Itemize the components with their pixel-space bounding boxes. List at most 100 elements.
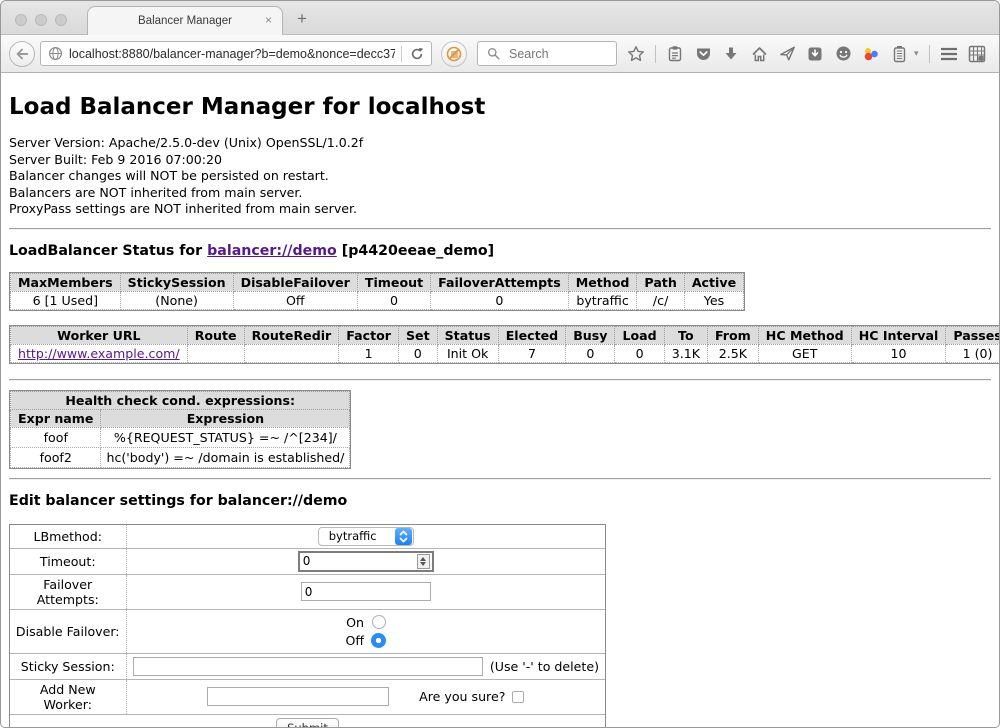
add-worker-label: Add New Worker: bbox=[10, 679, 126, 714]
failover-attempts-row: Failover Attempts: bbox=[10, 574, 605, 609]
cell-busy: 0 bbox=[566, 344, 615, 362]
status-heading-prefix: LoadBalancer Status for bbox=[9, 243, 207, 259]
tab-close-icon[interactable]: × bbox=[265, 13, 272, 27]
col-from: From bbox=[707, 326, 758, 344]
menu-hamburger-icon[interactable] bbox=[940, 45, 958, 63]
chevron-down-icon[interactable]: ▾ bbox=[914, 48, 919, 59]
edit-balancer-form: LBmethod: bytraffic Timeout: bbox=[10, 525, 605, 728]
divider bbox=[9, 478, 991, 480]
server-version-line: Server Version: Apache/2.5.0-dev (Unix) … bbox=[9, 135, 991, 152]
balancer-demo-link[interactable]: balancer://demo bbox=[207, 243, 337, 259]
sticky-session-input[interactable] bbox=[133, 657, 483, 676]
col-maxmembers: MaxMembers bbox=[11, 273, 121, 291]
are-you-sure-label: Are you sure? bbox=[419, 689, 505, 704]
send-plane-icon[interactable] bbox=[778, 45, 796, 63]
new-tab-button[interactable]: + bbox=[297, 9, 307, 29]
cell-load: 0 bbox=[615, 344, 664, 362]
content-blocked-button[interactable] bbox=[441, 41, 467, 67]
url-text[interactable]: localhost:8880/balancer-manager?b=demo&n… bbox=[69, 47, 395, 61]
status-heading-suffix: [p4420eeae_demo] bbox=[337, 243, 494, 259]
balancer-status-table: MaxMembers StickySession DisableFailover… bbox=[10, 273, 744, 310]
add-worker-input[interactable] bbox=[207, 687, 389, 706]
lbmethod-select[interactable]: bytraffic bbox=[318, 527, 414, 546]
health-row: foof2 hc('body') =~ /domain is establish… bbox=[11, 447, 350, 467]
cell-set: 0 bbox=[398, 344, 437, 362]
are-you-sure-checkbox[interactable] bbox=[512, 691, 524, 703]
cell-stickysession: (None) bbox=[120, 291, 233, 309]
failover-on-radio[interactable] bbox=[372, 615, 386, 629]
col-to: To bbox=[664, 326, 707, 344]
cell-expr-name: foof bbox=[11, 427, 101, 447]
cell-maxmembers: 6 [1 Used] bbox=[11, 291, 121, 309]
toolbar-separator bbox=[655, 45, 656, 63]
failover-off-radio[interactable] bbox=[371, 633, 386, 648]
tab-title: Balancer Manager bbox=[138, 15, 232, 27]
proxypass-notice-line: ProxyPass settings are NOT inherited fro… bbox=[9, 201, 991, 218]
cell-expression: %{REQUEST_STATUS} =~ /^[234]/ bbox=[101, 427, 350, 447]
table-header-row: MaxMembers StickySession DisableFailover… bbox=[11, 273, 744, 291]
inherit-notice-line: Balancers are NOT inherited from main se… bbox=[9, 185, 991, 202]
cell-factor: 1 bbox=[339, 344, 399, 362]
col-busy: Busy bbox=[566, 326, 615, 344]
edit-balancer-heading: Edit balancer settings for balancer://de… bbox=[9, 493, 991, 509]
table-header-row: Worker URL Route RouteRedir Factor Set S… bbox=[11, 326, 1000, 344]
health-table-title: Health check cond. expressions: bbox=[11, 391, 350, 409]
back-button[interactable] bbox=[9, 41, 35, 67]
disable-failover-row: Disable Failover: On Off bbox=[10, 609, 605, 653]
worker-row: http://www.example.com/ 1 0 Init Ok 7 0 … bbox=[11, 344, 1000, 362]
persist-notice-line: Balancer changes will NOT be persisted o… bbox=[9, 168, 991, 185]
cell-status: Init Ok bbox=[437, 344, 498, 362]
col-path: Path bbox=[637, 273, 684, 291]
window-minimize-button[interactable] bbox=[35, 14, 47, 26]
col-hc-method: HC Method bbox=[758, 326, 851, 344]
submit-button[interactable]: Submit bbox=[276, 718, 339, 728]
health-title-row: Health check cond. expressions: bbox=[11, 391, 350, 409]
number-spinner-icon[interactable] bbox=[417, 554, 430, 569]
window-zoom-button[interactable] bbox=[55, 14, 67, 26]
col-routeredir: RouteRedir bbox=[244, 326, 339, 344]
reload-icon[interactable] bbox=[408, 45, 426, 63]
worker-url-link[interactable]: http://www.example.com/ bbox=[18, 346, 180, 361]
globe-icon bbox=[46, 45, 64, 63]
bookmark-star-icon[interactable] bbox=[627, 45, 645, 63]
col-expression: Expression bbox=[101, 409, 350, 427]
home-icon[interactable] bbox=[750, 45, 768, 63]
cell-passes: 1 (0) bbox=[946, 344, 999, 362]
page-grid-icon[interactable] bbox=[968, 45, 986, 63]
col-stickysession: StickySession bbox=[120, 273, 233, 291]
radio-off-label: Off bbox=[345, 633, 364, 648]
pocket-icon[interactable] bbox=[694, 45, 712, 63]
timeout-value: 0 bbox=[303, 554, 311, 568]
search-input[interactable] bbox=[507, 46, 607, 62]
col-factor: Factor bbox=[339, 326, 399, 344]
loadbalancer-status-heading: LoadBalancer Status for balancer://demo … bbox=[9, 243, 991, 259]
timeout-label: Timeout: bbox=[10, 548, 126, 574]
cell-route bbox=[187, 344, 244, 362]
battery-list-icon[interactable] bbox=[890, 45, 908, 63]
reading-list-icon[interactable] bbox=[666, 45, 684, 63]
col-method: Method bbox=[568, 273, 637, 291]
blocked-script-icon bbox=[445, 45, 463, 63]
col-route: Route bbox=[187, 326, 244, 344]
chat-smiley-icon[interactable] bbox=[834, 45, 852, 63]
failover-attempts-input[interactable] bbox=[301, 582, 431, 601]
cell-expr-name: foof2 bbox=[11, 447, 101, 467]
cell-expression: hc('body') =~ /domain is established/ bbox=[101, 447, 350, 467]
cell-worker-url: http://www.example.com/ bbox=[11, 344, 188, 362]
col-passes: Passes bbox=[946, 326, 999, 344]
search-bar[interactable] bbox=[477, 41, 617, 66]
cell-active: Yes bbox=[684, 291, 743, 309]
col-set: Set bbox=[398, 326, 437, 344]
cell-from: 2.5K bbox=[707, 344, 758, 362]
downloads-icon[interactable] bbox=[722, 45, 740, 63]
colored-dots-extension-icon[interactable] bbox=[862, 45, 880, 63]
lbmethod-selected-value: bytraffic bbox=[329, 529, 377, 543]
sticky-session-row: Sticky Session: (Use '-' to delete) bbox=[10, 653, 605, 679]
disable-failover-label: Disable Failover: bbox=[10, 609, 126, 653]
window-close-button[interactable] bbox=[15, 14, 27, 26]
timeout-input[interactable]: 0 bbox=[298, 551, 434, 572]
save-to-device-icon[interactable] bbox=[806, 45, 824, 63]
tab-balancer-manager[interactable]: Balancer Manager × bbox=[87, 6, 283, 35]
url-bar[interactable]: localhost:8880/balancer-manager?b=demo&n… bbox=[40, 41, 432, 66]
col-elected: Elected bbox=[498, 326, 566, 344]
